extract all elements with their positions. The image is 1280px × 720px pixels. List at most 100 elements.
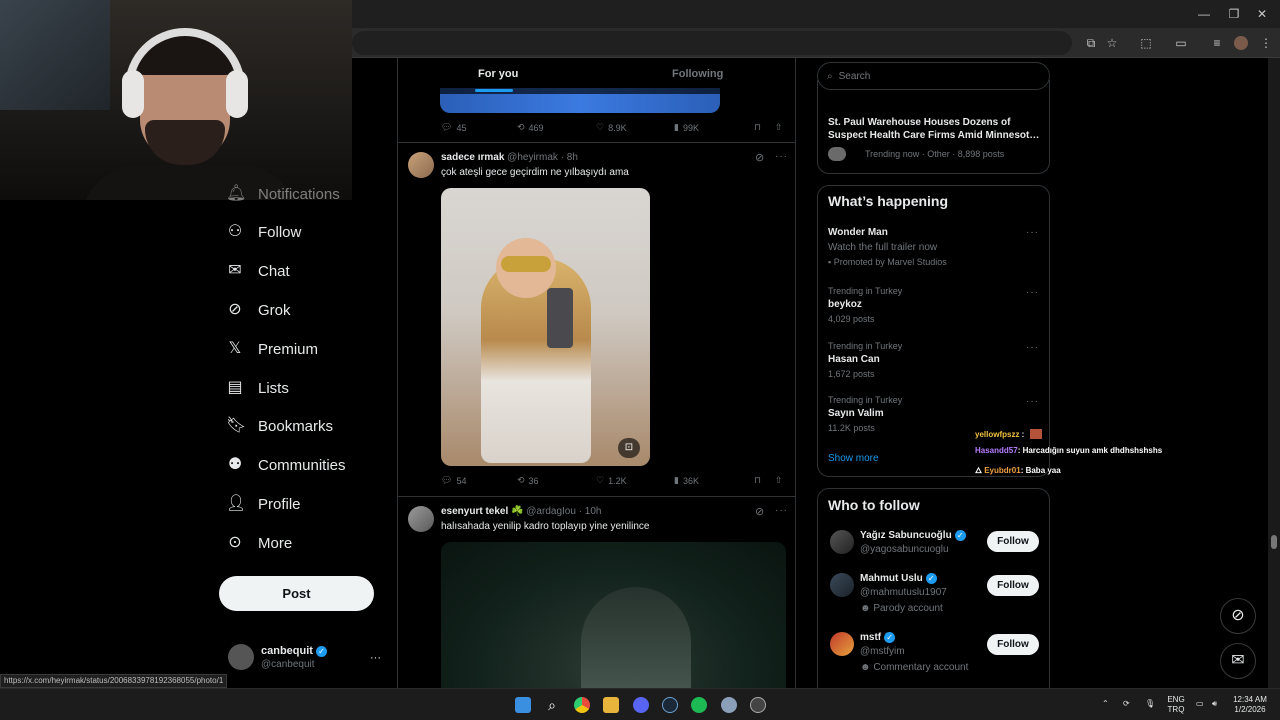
nav-more[interactable]: ⊙ More [226, 525, 292, 561]
post-more-icon[interactable]: ··· [775, 151, 788, 162]
scrollbar-thumb[interactable] [1271, 535, 1277, 549]
like-button[interactable]: ♡ 8.9K [596, 122, 627, 133]
grok-image-icon[interactable]: ⊡ [618, 438, 640, 458]
nav-communities[interactable]: ⚉ Communities [226, 447, 346, 483]
discord-icon[interactable] [633, 697, 649, 713]
nav-notifications[interactable]: 🔔︎ Notifications [226, 176, 340, 212]
user-avatar[interactable] [830, 530, 854, 554]
trend-title[interactable]: Hasan Can [828, 354, 880, 365]
trend-label: Trending in Turkey [828, 286, 903, 296]
browser-menu-icon[interactable]: ⋮ [1256, 33, 1276, 53]
file-explorer-icon[interactable] [603, 697, 619, 713]
reply-button[interactable]: 💬︎ 54 [441, 475, 466, 486]
page-scrollbar[interactable] [1268, 58, 1280, 688]
x-logo-icon: 𝕏 [228, 340, 242, 357]
trend-more-icon[interactable]: ··· [1026, 227, 1039, 238]
network-icon[interactable]: ▭ [1196, 699, 1204, 709]
trend-more-icon[interactable]: ··· [1026, 396, 1039, 407]
repost-button[interactable]: ⟲ 469 [517, 122, 544, 133]
chrome-icon[interactable] [574, 697, 590, 713]
reply-button[interactable]: 💬︎ 45 [441, 122, 466, 133]
trend-title[interactable]: beykoz [828, 299, 862, 310]
bookmark-button[interactable]: ⊓ [754, 475, 761, 486]
install-app-icon[interactable]: ⧉ [1081, 33, 1101, 53]
nav-bookmarks[interactable]: 🔖︎ Bookmarks [226, 408, 333, 444]
steam-icon[interactable] [662, 697, 678, 713]
top-news-title[interactable]: St. Paul Warehouse Houses Dozens of Susp… [828, 116, 1042, 142]
nav-premium[interactable]: 𝕏 Premium [226, 331, 318, 367]
post2-video[interactable] [441, 542, 786, 688]
webcam-person-beard [145, 120, 225, 165]
user-avatar[interactable] [830, 573, 854, 597]
user-name-row[interactable]: Yağız Sabuncuoğlu ✓ [860, 530, 966, 541]
trend-title[interactable]: Sayın Valim [828, 408, 884, 419]
grok-post-icon[interactable]: ⊘ [755, 151, 764, 164]
views-button[interactable]: ▮ 36K [674, 475, 699, 486]
close-button[interactable]: ✕ [1252, 4, 1272, 24]
share-button[interactable]: ⇧ [775, 475, 783, 486]
start-icon[interactable] [515, 697, 531, 713]
follow-button[interactable]: Follow [987, 531, 1039, 552]
post-button[interactable]: Post [219, 576, 374, 611]
share-button[interactable]: ⇧ [775, 122, 783, 133]
post-more-icon[interactable]: ··· [775, 505, 788, 516]
post1-time[interactable]: · 8h [561, 152, 578, 163]
grok-post-icon[interactable]: ⊘ [755, 505, 764, 518]
post1-handle[interactable]: @heyirmak [507, 152, 558, 163]
restore-button[interactable]: ❐ [1224, 4, 1244, 24]
nav-grok[interactable]: ⊘ Grok [226, 292, 290, 328]
settings-icon[interactable] [721, 697, 737, 713]
microphone-icon[interactable]: 🎙︎ [1145, 699, 1155, 709]
bookmark-button[interactable]: ⊓ [754, 122, 761, 133]
trend-more-icon[interactable]: ··· [1026, 342, 1039, 353]
search-icon[interactable]: ⌕ [544, 697, 560, 713]
reading-list-icon[interactable]: ≡ [1207, 33, 1227, 53]
top-news-meta: Trending now · Other · 8,898 posts [865, 149, 1005, 159]
show-more-link[interactable]: Show more [828, 453, 879, 464]
nav-profile[interactable]: 👤︎ Profile [226, 486, 301, 522]
post2-time[interactable]: · 10h [579, 506, 602, 517]
bookmark-star-icon[interactable]: ☆ [1102, 33, 1122, 53]
messages-fab-icon[interactable]: ✉ [1220, 643, 1256, 679]
follow-button[interactable]: Follow [987, 575, 1039, 596]
address-bar[interactable] [352, 31, 1072, 55]
user-name-row[interactable]: mstf ✓ [860, 632, 896, 643]
tab-for-you[interactable]: For you [478, 68, 518, 80]
spotify-icon[interactable] [691, 697, 707, 713]
profile-avatar-icon[interactable] [1234, 36, 1248, 50]
nav-follow[interactable]: ⚇ Follow [226, 214, 302, 250]
chat-user: Eyubdr01 [984, 466, 1021, 475]
account-switcher[interactable]: canbequit ✓ [261, 645, 327, 657]
follow-button[interactable]: Follow [987, 634, 1039, 655]
views-button[interactable]: ▮ 99K [674, 122, 699, 133]
nav-chat[interactable]: ✉ Chat [226, 253, 289, 289]
clock[interactable]: 12:34 AM 1/2/2026 [1230, 695, 1270, 715]
post2-handle[interactable]: @ardagIou [526, 506, 576, 517]
user-avatar[interactable] [830, 632, 854, 656]
post1-author[interactable]: sadece ırmak [441, 152, 504, 163]
post2-avatar[interactable] [408, 506, 434, 532]
account-avatar[interactable] [228, 644, 254, 670]
repost-button[interactable]: ⟲ 36 [517, 475, 539, 486]
extensions-icon[interactable]: ⬚ [1136, 33, 1156, 53]
post2-author[interactable]: esenyurt tekel ☘️ [441, 506, 524, 517]
like-button[interactable]: ♡ 1.2K [596, 475, 627, 486]
grok-fab-icon[interactable]: ⊘ [1220, 598, 1256, 634]
account-menu-icon[interactable]: ··· [370, 652, 381, 664]
nav-lists[interactable]: ▤ Lists [226, 370, 288, 406]
tab-following[interactable]: Following [672, 68, 723, 80]
language-indicator[interactable]: ENG TRQ [1166, 695, 1186, 715]
post1-image[interactable]: ⊡ [441, 188, 650, 466]
trend-title[interactable]: Wonder Man [828, 227, 888, 238]
tray-expand-icon[interactable]: ⌃ [1102, 699, 1109, 709]
post1-avatar[interactable] [408, 152, 434, 178]
minimize-button[interactable]: — [1194, 4, 1214, 24]
nav-label: Premium [258, 340, 319, 358]
app-icon[interactable] [750, 697, 766, 713]
volume-icon[interactable]: 🔊︎ [1212, 699, 1217, 709]
trend-more-icon[interactable]: ··· [1026, 287, 1039, 298]
user-name-row[interactable]: Mahmut Uslu ✓ [860, 573, 937, 584]
sync-icon[interactable]: ⟳ [1123, 699, 1130, 709]
split-view-icon[interactable]: ▭ [1171, 33, 1191, 53]
views-count: 99K [682, 122, 699, 133]
